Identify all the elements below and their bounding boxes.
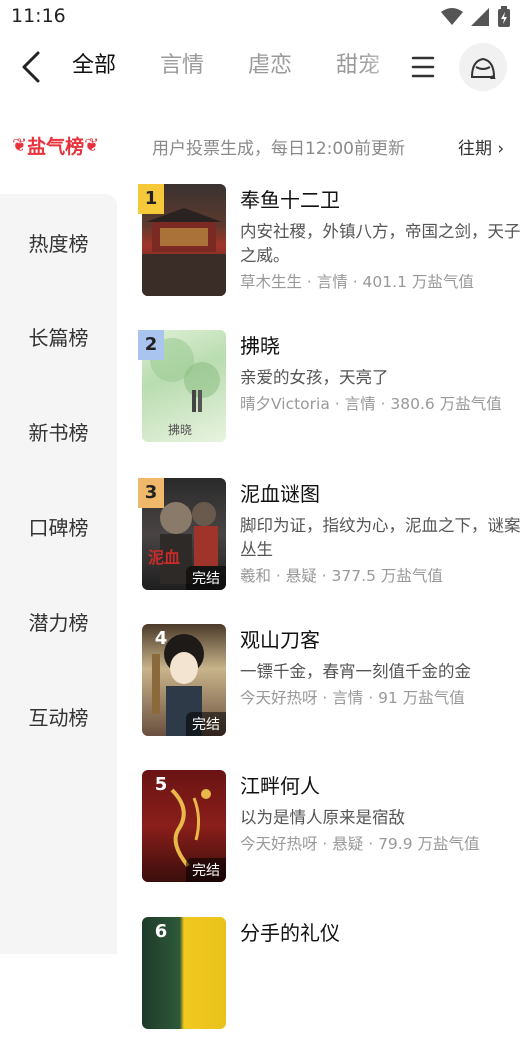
sidebar-item-reputation[interactable]: 口碑榜	[0, 512, 117, 541]
sidebar-item-interaction[interactable]: 互动榜	[0, 702, 117, 731]
menu-icon[interactable]	[410, 54, 436, 80]
laurel-left-icon: ❦	[12, 135, 28, 156]
sidebar-item-long[interactable]: 长篇榜	[0, 322, 117, 351]
rank-number: 1	[138, 184, 164, 214]
status-icons	[441, 6, 511, 28]
rank-number: 5	[154, 774, 168, 795]
book-title: 奉鱼十二卫	[240, 188, 340, 212]
book-meta: 草木生生 · 言情 · 401.1 万盐气值	[240, 273, 474, 291]
sidebar-item-new[interactable]: 新书榜	[0, 417, 117, 446]
completed-tag: 完结	[186, 858, 226, 882]
wifi-icon	[441, 8, 463, 25]
book-description: 脚印为证，指纹为心，泥血之下，谜案丛生	[240, 516, 521, 559]
list-item[interactable]: 6 分手的礼仪	[142, 917, 531, 1037]
cover-title-text: 泥血	[148, 548, 181, 567]
list-item[interactable]: 完结 5 江畔何人 以为是情人原来是宿敌 今天好热呀 · 悬疑 · 79.9 万…	[142, 770, 531, 890]
user-avatar-icon	[470, 57, 496, 79]
battery-icon	[498, 6, 510, 27]
book-description: 内安社稷，外镇八方，帝国之剑，天子之威。	[240, 222, 521, 265]
list-item[interactable]: 完结 4 观山刀客 一镖千金，春宵一刻值千金的金 今天好热呀 · 言情 · 91…	[142, 624, 531, 744]
sidebar-item-potential[interactable]: 潜力榜	[0, 607, 117, 636]
list-item[interactable]: 拂晓 2 拂晓 亲爱的女孩，天亮了 晴夕Victoria · 言情 · 380.…	[138, 330, 531, 450]
ranking-title: 盐气榜	[27, 136, 85, 158]
chevron-right-icon: ›	[492, 139, 505, 159]
back-icon[interactable]	[16, 50, 46, 84]
sidebar-item-hot[interactable]: 热度榜	[0, 228, 117, 257]
list-item[interactable]: 泥血 完结 3 泥血谜图 脚印为证，指纹为心，泥血之下，谜案丛生 羲和 · 悬疑…	[138, 478, 531, 598]
completed-tag: 完结	[186, 566, 226, 590]
completed-tag: 完结	[186, 712, 226, 736]
status-bar: 11:16	[0, 0, 531, 34]
book-meta: 今天好热呀 · 悬疑 · 79.9 万盐气值	[240, 835, 480, 853]
book-meta: 今天好热呀 · 言情 · 91 万盐气值	[240, 689, 465, 707]
tab-romance[interactable]: 言情	[160, 48, 204, 84]
tab-all[interactable]: 全部	[72, 48, 116, 84]
rank-number: 6	[154, 921, 168, 942]
cover-title-text: 拂晓	[168, 423, 193, 437]
book-meta: 羲和 · 悬疑 · 377.5 万盐气值	[240, 567, 443, 585]
ranking-description: 用户投票生成，每日12:00前更新	[152, 139, 405, 159]
laurel-right-icon: ❦	[84, 135, 100, 156]
ranking-header: ❦ 盐气榜 ❦ 用户投票生成，每日12:00前更新 往期 ›	[0, 118, 531, 174]
avatar[interactable]	[459, 43, 507, 91]
tab-angst[interactable]: 虐恋	[248, 48, 292, 84]
book-description: 以为是情人原来是宿敌	[240, 808, 405, 827]
book-meta: 晴夕Victoria · 言情 · 380.6 万盐气值	[240, 395, 502, 413]
book-description: 一镖千金，春宵一刻值千金的金	[240, 662, 471, 681]
list-item[interactable]: 1 奉鱼十二卫 内安社稷，外镇八方，帝国之剑，天子之威。 草木生生 · 言情 ·…	[138, 184, 531, 304]
rank-number: 2	[138, 330, 164, 360]
book-description: 亲爱的女孩，天亮了	[240, 368, 389, 387]
book-title: 泥血谜图	[240, 482, 320, 506]
book-title: 江畔何人	[240, 774, 320, 798]
top-navigation: 全部 言情 虐恋 甜宠	[0, 34, 531, 100]
ranking-sidebar: 热度榜 长篇榜 新书榜 口碑榜 潜力榜 互动榜	[0, 194, 117, 954]
book-title: 拂晓	[240, 334, 280, 358]
history-link[interactable]: 往期 ›	[458, 134, 504, 159]
book-title: 分手的礼仪	[240, 921, 340, 945]
rank-number: 3	[138, 478, 164, 508]
book-title: 观山刀客	[240, 628, 320, 652]
rank-number: 4	[154, 628, 168, 649]
signal-icon	[471, 8, 489, 26]
status-time: 11:16	[11, 5, 66, 27]
ranking-badge: ❦ 盐气榜 ❦	[12, 132, 99, 159]
